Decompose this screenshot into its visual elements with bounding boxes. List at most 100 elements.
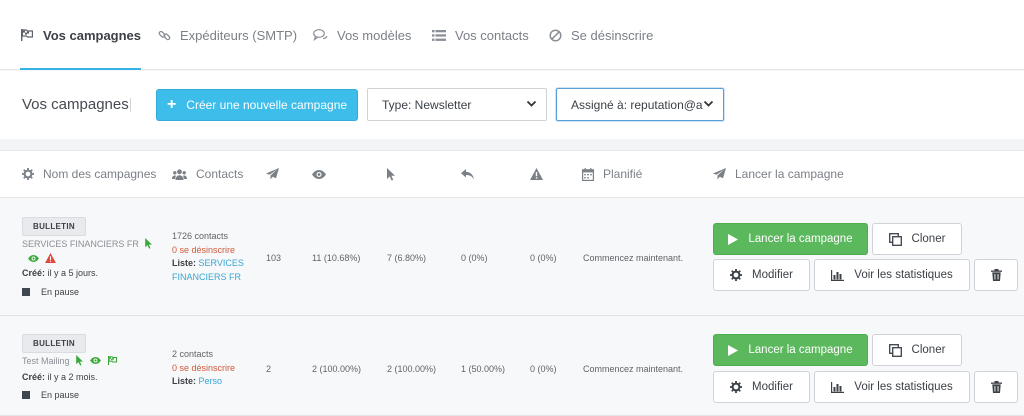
table-row: BULLETIN SERVICES FINANCIERS FR Créé: il… <box>0 198 1024 316</box>
cursor-icon <box>387 167 396 181</box>
column-header-clicked[interactable] <box>387 151 405 197</box>
contacts-cell: 2 contacts 0 se désinscrire Liste: Perso <box>172 348 235 389</box>
comments-icon <box>313 29 328 41</box>
play-icon <box>728 344 739 356</box>
campaign-indicators <box>28 253 62 263</box>
calendar-icon <box>582 167 594 181</box>
table-header: Nom des campagnes Contacts Planifié Lanc… <box>0 150 1024 198</box>
column-label: Contacts <box>196 167 244 181</box>
view-stats-button[interactable]: Voir les statistiques <box>814 259 970 291</box>
sent-count: 2 <box>266 364 272 374</box>
column-header-bounced[interactable] <box>530 151 552 197</box>
campaign-name-text: Test Mailing <box>22 355 70 366</box>
stats-label: Voir les statistiques <box>854 381 953 393</box>
trash-icon <box>990 269 1002 281</box>
create-campaign-label: Créer une nouvelle campagne <box>186 98 348 112</box>
link-icon <box>158 29 171 42</box>
column-header-name[interactable]: Nom des campagnes <box>22 151 156 197</box>
tab-label: Vos campagnes <box>43 27 142 43</box>
paper-plane-icon <box>713 168 726 180</box>
trash-icon <box>990 381 1002 393</box>
edit-button[interactable]: Modifier <box>713 259 810 291</box>
created-label: Créé: <box>22 372 46 382</box>
warning-icon <box>530 168 543 180</box>
unsubscribed-count: 0 se désinscrire <box>172 244 236 255</box>
campaign-type-badge: BULLETIN <box>22 217 86 236</box>
column-header-replied[interactable] <box>461 151 483 197</box>
title-divider <box>130 98 131 112</box>
bounced-count: 0 (0%) <box>530 364 557 374</box>
cursor-icon <box>145 238 153 249</box>
flag-icon <box>20 29 34 41</box>
column-header-sent[interactable] <box>266 151 288 197</box>
scheduled-value: Commencez maintenant. <box>583 253 684 263</box>
tab-expediteurs[interactable]: Expéditeurs (SMTP) <box>158 0 297 70</box>
column-header-opened[interactable] <box>312 151 335 197</box>
create-campaign-button[interactable]: + Créer une nouvelle campagne <box>156 89 358 121</box>
pause-square-icon <box>22 288 30 296</box>
assignee-select-value: Assigné à: reputation@av <box>571 97 703 112</box>
edit-label: Modifier <box>752 381 793 393</box>
list-icon <box>432 29 446 41</box>
created-date: Créé: il y a 5 jours. <box>22 268 98 278</box>
bar-chart-icon <box>831 269 845 281</box>
tab-se-desinscrire[interactable]: Se désinscrire <box>549 0 653 70</box>
bar-chart-icon <box>831 381 845 393</box>
scheduled-value: Commencez maintenant. <box>583 364 684 374</box>
list-label: Liste: <box>172 258 197 268</box>
play-icon <box>728 233 739 245</box>
table-row: BULLETIN Test Mailing Créé: il y a 2 moi… <box>0 317 1024 416</box>
top-navigation: Vos campagnes Expéditeurs (SMTP) Vos mod… <box>0 0 1024 70</box>
chevron-down-icon <box>703 98 714 112</box>
copy-icon <box>888 343 902 357</box>
replied-count: 0 (0%) <box>461 253 488 263</box>
type-select-value: Type: Newsletter <box>382 97 472 112</box>
pause-square-icon <box>22 391 30 399</box>
list-link[interactable]: Perso <box>199 376 223 386</box>
type-select[interactable]: Type: Newsletter <box>367 88 547 121</box>
campaigns-toolbar: Vos campagnes + Créer une nouvelle campa… <box>0 71 1024 139</box>
gear-icon <box>22 168 34 180</box>
delete-button[interactable] <box>974 371 1018 403</box>
created-value: il y a 5 jours. <box>47 268 99 278</box>
tab-vos-campagnes[interactable]: Vos campagnes <box>20 0 142 70</box>
launch-campaign-button[interactable]: Lancer la campagne <box>713 334 868 366</box>
gear-icon <box>730 381 743 393</box>
opened-count: 2 (100.00%) <box>312 364 362 374</box>
status-badge: En pause <box>22 390 79 400</box>
column-label: Lancer la campagne <box>735 167 844 181</box>
column-header-launch[interactable]: Lancer la campagne <box>713 151 844 197</box>
launch-campaign-button[interactable]: Lancer la campagne <box>713 223 868 255</box>
delete-button[interactable] <box>974 259 1018 291</box>
contacts-count: 1726 contacts <box>172 231 229 241</box>
edit-button[interactable]: Modifier <box>713 371 810 403</box>
campaign-name-text: SERVICES FINANCIERS FR <box>22 238 139 249</box>
copy-icon <box>888 232 902 246</box>
cursor-icon <box>75 355 84 366</box>
reply-icon <box>461 168 474 180</box>
view-stats-button[interactable]: Voir les statistiques <box>814 371 970 403</box>
campaign-name[interactable]: SERVICES FINANCIERS FR <box>22 238 153 249</box>
column-header-scheduled[interactable]: Planifié <box>582 151 642 197</box>
status-badge: En pause <box>22 287 79 297</box>
launch-label: Lancer la campagne <box>748 233 853 245</box>
eye-icon <box>28 254 39 262</box>
tab-vos-contacts[interactable]: Vos contacts <box>432 0 529 70</box>
contacts-count: 2 contacts <box>172 349 214 359</box>
list-label: Liste: <box>172 376 197 386</box>
campaign-name[interactable]: Test Mailing <box>22 355 118 366</box>
column-header-contacts[interactable]: Contacts <box>172 151 243 197</box>
clone-label: Cloner <box>911 344 946 356</box>
status-text: En pause <box>41 390 80 400</box>
clone-label: Cloner <box>911 233 946 245</box>
campaign-type-badge: BULLETIN <box>22 334 86 353</box>
gear-icon <box>730 269 743 281</box>
tab-label: Expéditeurs (SMTP) <box>180 27 298 43</box>
tab-label: Vos modèles <box>337 27 412 43</box>
created-value: il y a 2 mois. <box>47 372 98 382</box>
assignee-select[interactable]: Assigné à: reputation@av <box>556 88 724 121</box>
clone-button[interactable]: Cloner <box>872 334 962 366</box>
column-label: Planifié <box>603 167 643 181</box>
tab-vos-modeles[interactable]: Vos modèles <box>313 0 411 70</box>
clone-button[interactable]: Cloner <box>872 223 962 255</box>
